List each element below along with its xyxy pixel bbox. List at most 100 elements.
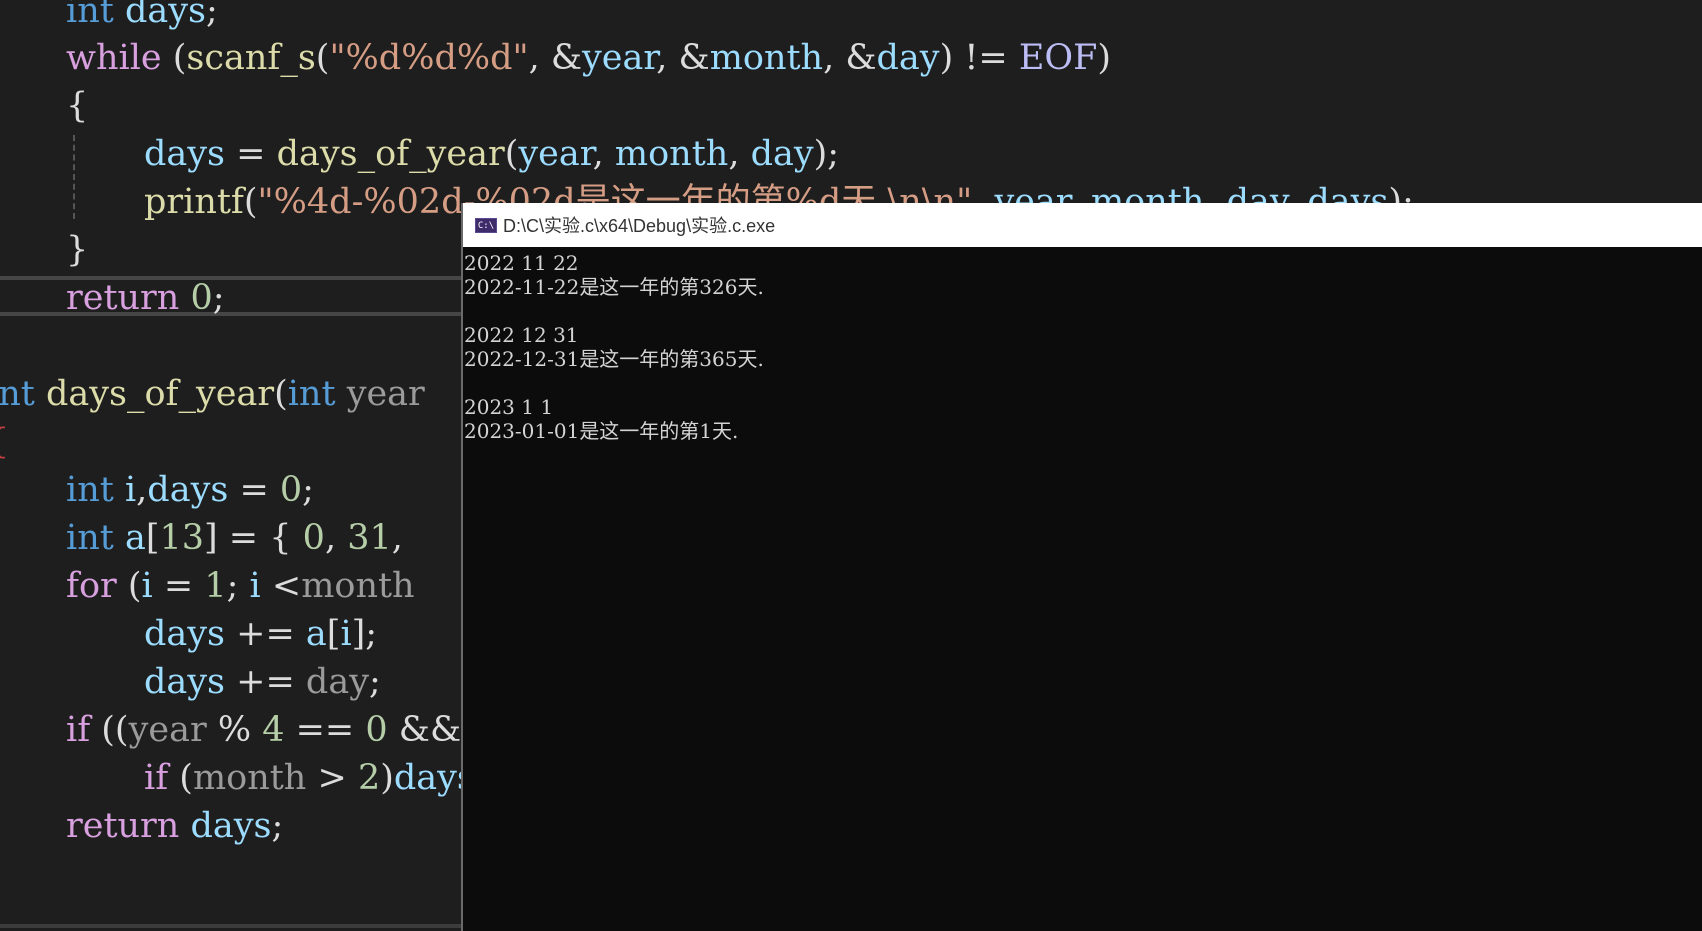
code-token: days (144, 134, 226, 174)
code-token: ) != (939, 38, 1019, 78)
code-token: , (324, 518, 348, 558)
code-line[interactable]: days += a[i]; (144, 610, 377, 658)
code-token: [ (326, 614, 341, 654)
code-line[interactable]: if (month > 2)days (144, 754, 475, 802)
code-token: ( (243, 182, 258, 222)
code-token: day (305, 662, 369, 702)
code-token: year (128, 710, 207, 750)
code-token: = (228, 470, 280, 510)
console-window[interactable]: C:\ D:\C\实验.c\x64\Debug\实验.c.exe 2022 11… (461, 203, 1702, 931)
code-line[interactable]: { (0, 418, 9, 466)
code-token: < (260, 566, 302, 606)
code-token: days (124, 0, 206, 31)
code-token: month (614, 134, 729, 174)
code-token: return (66, 806, 180, 846)
code-token: += (225, 662, 306, 702)
code-token: i (249, 566, 261, 606)
code-token: [ (145, 518, 160, 558)
code-token: for (66, 566, 117, 606)
code-line[interactable]: days += day; (144, 658, 381, 706)
code-token: ; (302, 470, 314, 510)
console-line: 2023-01-01是这一年的第1天. (464, 419, 739, 443)
code-line[interactable]: { (66, 82, 88, 130)
code-line[interactable]: int days; (66, 0, 218, 35)
code-token: int (66, 470, 114, 510)
code-line[interactable]: int i,days = 0; (66, 466, 314, 514)
code-token: 13 (159, 518, 205, 558)
code-line[interactable]: if ((year % 4 == 0 && (66, 706, 461, 754)
code-token: days_of_year (276, 134, 505, 174)
console-line: 2022-11-22是这一年的第326天. (464, 275, 764, 299)
code-token: ; (205, 0, 218, 31)
code-token: 0 (279, 470, 303, 510)
code-token: ]; (351, 614, 378, 654)
code-token: days (190, 806, 272, 846)
code-token: 0 (365, 710, 388, 750)
code-token: (( (90, 710, 129, 750)
code-token: days (147, 470, 229, 510)
code-token: month (709, 38, 824, 78)
code-token: year (346, 374, 425, 414)
code-token: ; (368, 662, 381, 702)
code-line[interactable]: return days; (66, 802, 283, 850)
code-token: ] = { (204, 518, 303, 558)
console-line: 2023 1 1 (464, 395, 554, 419)
code-token: , & (656, 38, 710, 78)
console-titlebar[interactable]: C:\ D:\C\实验.c\x64\Debug\实验.c.exe (463, 203, 1702, 247)
code-line[interactable]: for (i = 1; i <month (66, 562, 415, 610)
code-token: 0 (190, 278, 213, 318)
code-token: 31 (347, 518, 392, 558)
indent-guide (73, 135, 75, 219)
code-token: EOF (1018, 38, 1098, 78)
code-token: a (124, 518, 146, 558)
console-line: 2022 11 22 (464, 251, 579, 275)
code-token: int (66, 0, 114, 31)
code-line[interactable]: while (scanf_s("%d%d%d", &year, &month, … (66, 34, 1111, 82)
code-token: > (306, 758, 358, 798)
code-token: && (387, 710, 462, 750)
code-token: printf (144, 182, 244, 222)
code-token: ; (271, 806, 284, 846)
code-token: month (301, 566, 415, 606)
code-token: day (750, 134, 814, 174)
console-line: 2022-12-31是这一年的第365天. (464, 347, 764, 371)
code-token: ( (116, 566, 142, 606)
code-token: year (518, 134, 593, 174)
code-token: , & (528, 38, 583, 78)
code-token: return (66, 278, 180, 318)
code-line[interactable]: int a[13] = { 0, 31, (66, 514, 403, 562)
code-token: 1 (204, 566, 227, 606)
code-token: int (0, 374, 35, 414)
code-line[interactable]: int days_of_year(int year (0, 370, 425, 418)
code-token: ( (504, 134, 519, 174)
console-line: 2022 12 31 (464, 323, 579, 347)
code-token: i (340, 614, 352, 654)
code-token: , (391, 518, 403, 558)
code-token: month (192, 758, 307, 798)
code-token: , (592, 134, 615, 174)
code-token: , (728, 134, 751, 174)
console-output[interactable]: 2022 11 22 2022-11-22是这一年的第326天. 2022 12… (463, 247, 1702, 931)
code-token: = (225, 134, 277, 174)
code-token: ( (161, 38, 187, 78)
code-token: = (152, 566, 205, 606)
code-line[interactable]: } (66, 226, 88, 274)
code-token: ; (212, 278, 225, 318)
code-token: i (124, 470, 137, 510)
code-token: , (136, 470, 148, 510)
code-token: 2 (357, 758, 381, 798)
code-token: % (206, 710, 263, 750)
code-line[interactable]: return 0; (66, 274, 225, 322)
code-token: ( (168, 758, 193, 798)
code-token: ) (1097, 38, 1112, 78)
code-token: { (66, 86, 89, 126)
code-token: ); (813, 134, 840, 174)
code-line[interactable]: days = days_of_year(year, month, day); (144, 130, 839, 178)
code-token: "%d%d%d" (329, 38, 529, 78)
code-token: 0 (302, 518, 325, 558)
